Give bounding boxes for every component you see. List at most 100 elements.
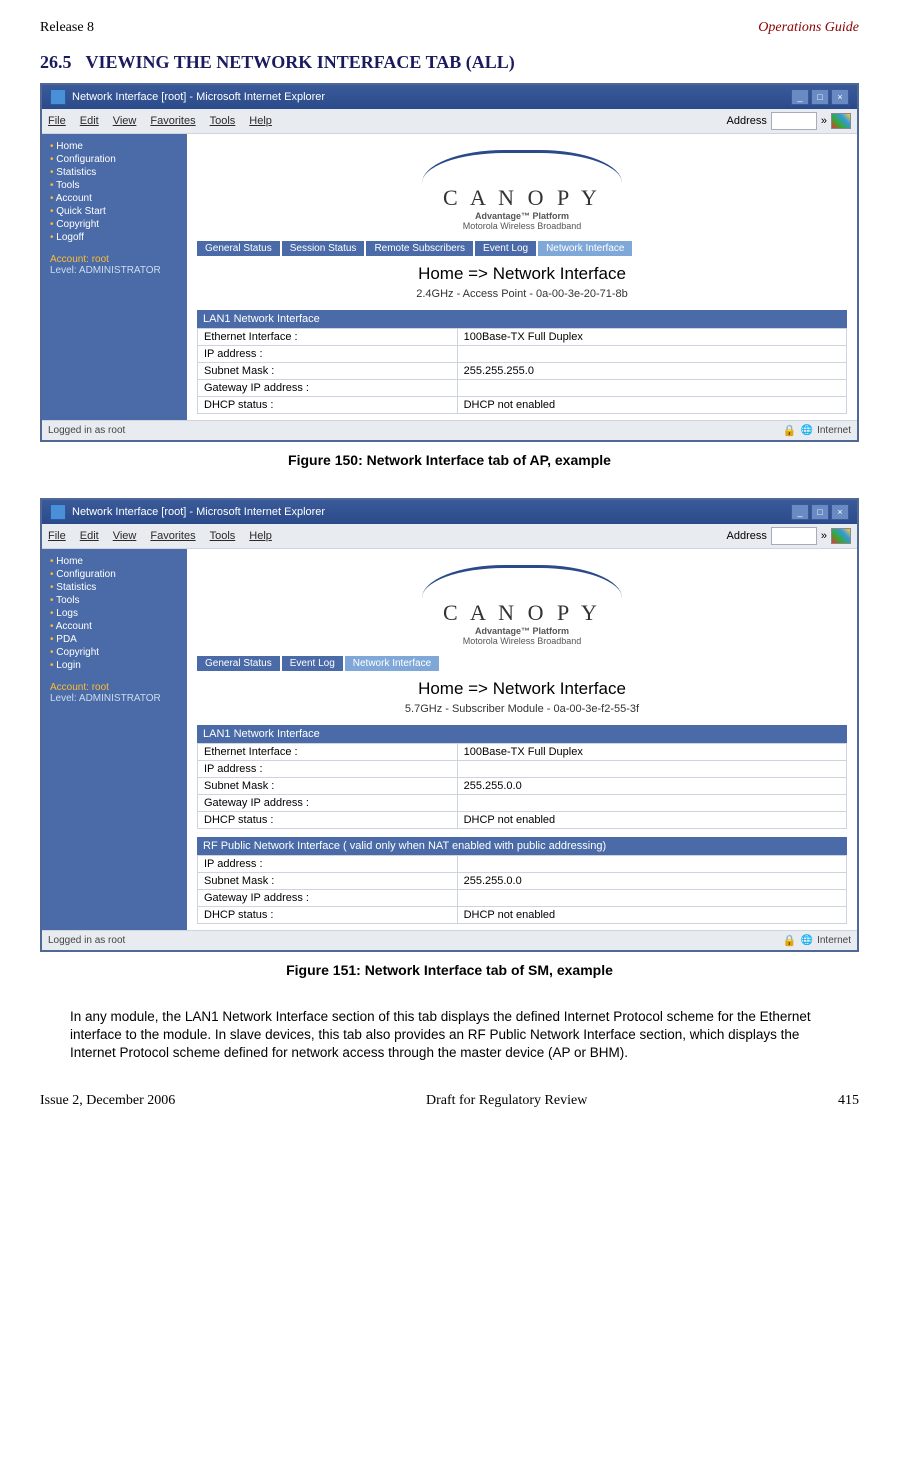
menu-item[interactable]: Edit (80, 115, 99, 127)
menu-item[interactable]: Help (249, 115, 272, 127)
status-text: Logged in as root (48, 935, 125, 946)
logo-subtext: Motorola Wireless Broadband (197, 221, 847, 231)
menu-item[interactable]: File (48, 115, 66, 127)
table-cell: Subnet Mask : (198, 363, 458, 380)
address-label: Address (727, 115, 767, 127)
table-cell: 255.255.0.0 (457, 778, 846, 795)
ie-icon (50, 504, 66, 520)
footer-mid: Draft for Regulatory Review (426, 1093, 587, 1109)
ie-icon (50, 89, 66, 105)
page-heading: Home => Network Interface (197, 679, 847, 699)
sidebar-item[interactable]: PDA (50, 633, 179, 646)
table-cell: 100Base-TX Full Duplex (457, 744, 846, 761)
table-cell: IP address : (198, 761, 458, 778)
sidebar-item[interactable]: Copyright (50, 218, 179, 231)
browser-window-sm: Network Interface [root] - Microsoft Int… (40, 498, 859, 952)
maximize-button[interactable]: □ (811, 89, 829, 105)
sidebar-item[interactable]: Statistics (50, 581, 179, 594)
sidebar-item[interactable]: Home (50, 555, 179, 568)
rf-section-header: RF Public Network Interface ( valid only… (197, 837, 847, 855)
tab[interactable]: Network Interface (345, 656, 439, 671)
table-row: Subnet Mask :255.255.255.0 (198, 363, 847, 380)
window-title: Network Interface [root] - Microsoft Int… (72, 506, 325, 518)
menu-item[interactable]: Favorites (150, 530, 195, 542)
table-row: Ethernet Interface :100Base-TX Full Dupl… (198, 329, 847, 346)
table-cell: DHCP status : (198, 907, 458, 924)
table-cell: IP address : (198, 346, 458, 363)
table-row: DHCP status :DHCP not enabled (198, 812, 847, 829)
tab[interactable]: Remote Subscribers (366, 241, 473, 256)
lan-table: Ethernet Interface :100Base-TX Full Dupl… (197, 743, 847, 829)
sidebar-item[interactable]: Logoff (50, 231, 179, 244)
sidebar-item[interactable]: Home (50, 140, 179, 153)
table-row: Subnet Mask :255.255.0.0 (198, 873, 847, 890)
menu-item[interactable]: View (113, 530, 137, 542)
lock-icon: 🔒 (783, 934, 797, 947)
logo-tagline: Advantage™ Platform (197, 626, 847, 636)
menu-item[interactable]: View (113, 115, 137, 127)
sidebar-item[interactable]: Tools (50, 179, 179, 192)
minimize-button[interactable]: _ (791, 504, 809, 520)
sidebar-item[interactable]: Statistics (50, 166, 179, 179)
menu-item[interactable]: Tools (210, 115, 236, 127)
titlebar: Network Interface [root] - Microsoft Int… (42, 85, 857, 109)
address-input[interactable] (771, 112, 817, 130)
logo-subtext: Motorola Wireless Broadband (197, 636, 847, 646)
go-chevron-icon[interactable]: » (821, 530, 827, 542)
table-row: IP address : (198, 856, 847, 873)
menu-item[interactable]: Favorites (150, 115, 195, 127)
menu-item[interactable]: File (48, 530, 66, 542)
menu-item[interactable]: Help (249, 530, 272, 542)
maximize-button[interactable]: □ (811, 504, 829, 520)
address-input[interactable] (771, 527, 817, 545)
tab[interactable]: General Status (197, 241, 280, 256)
rf-table: IP address :Subnet Mask :255.255.0.0Gate… (197, 855, 847, 924)
table-cell: Ethernet Interface : (198, 744, 458, 761)
tab[interactable]: General Status (197, 656, 280, 671)
sidebar-item[interactable]: Copyright (50, 646, 179, 659)
section-title-text: VIEWING THE NETWORK INTERFACE TAB (ALL) (86, 52, 515, 72)
sidebar-item[interactable]: Configuration (50, 568, 179, 581)
table-cell (457, 346, 846, 363)
menu-item[interactable]: Tools (210, 530, 236, 542)
sidebar-item[interactable]: Login (50, 659, 179, 672)
device-info: 5.7GHz - Subscriber Module - 0a-00-3e-f2… (197, 703, 847, 715)
logo-text: C A N O P Y (197, 600, 847, 626)
sidebar-item[interactable]: Account (50, 620, 179, 633)
sidebar-item[interactable]: Logs (50, 607, 179, 620)
sidebar-item[interactable]: Configuration (50, 153, 179, 166)
device-info: 2.4GHz - Access Point - 0a-00-3e-20-71-8… (197, 288, 847, 300)
status-text: Logged in as root (48, 425, 125, 436)
menu-item[interactable]: Edit (80, 530, 99, 542)
table-cell: Subnet Mask : (198, 873, 458, 890)
sidebar-item[interactable]: Tools (50, 594, 179, 607)
table-row: Gateway IP address : (198, 380, 847, 397)
sidebar-item[interactable]: Account (50, 192, 179, 205)
table-cell: Gateway IP address : (198, 795, 458, 812)
tab[interactable]: Network Interface (538, 241, 632, 256)
go-chevron-icon[interactable]: » (821, 115, 827, 127)
globe-icon: 🌐 (801, 425, 813, 436)
close-button[interactable]: × (831, 504, 849, 520)
table-cell: DHCP not enabled (457, 397, 846, 414)
close-button[interactable]: × (831, 89, 849, 105)
table-row: Ethernet Interface :100Base-TX Full Dupl… (198, 744, 847, 761)
tab[interactable]: Session Status (282, 241, 365, 256)
table-cell (457, 856, 846, 873)
page-heading: Home => Network Interface (197, 264, 847, 284)
table-cell: 255.255.0.0 (457, 873, 846, 890)
level-label: Level: ADMINISTRATOR (50, 265, 179, 276)
tab[interactable]: Event Log (282, 656, 343, 671)
logo-area: C A N O P Y Advantage™ Platform Motorola… (197, 140, 847, 237)
table-cell (457, 795, 846, 812)
zone-text: Internet (817, 425, 851, 436)
table-row: DHCP status :DHCP not enabled (198, 397, 847, 414)
minimize-button[interactable]: _ (791, 89, 809, 105)
tab[interactable]: Event Log (475, 241, 536, 256)
address-label: Address (727, 530, 767, 542)
table-row: Subnet Mask :255.255.0.0 (198, 778, 847, 795)
sidebar-item[interactable]: Quick Start (50, 205, 179, 218)
table-cell: 100Base-TX Full Duplex (457, 329, 846, 346)
menubar: File Edit View Favorites Tools Help Addr… (42, 524, 857, 549)
logo-swoop-icon (422, 150, 622, 183)
